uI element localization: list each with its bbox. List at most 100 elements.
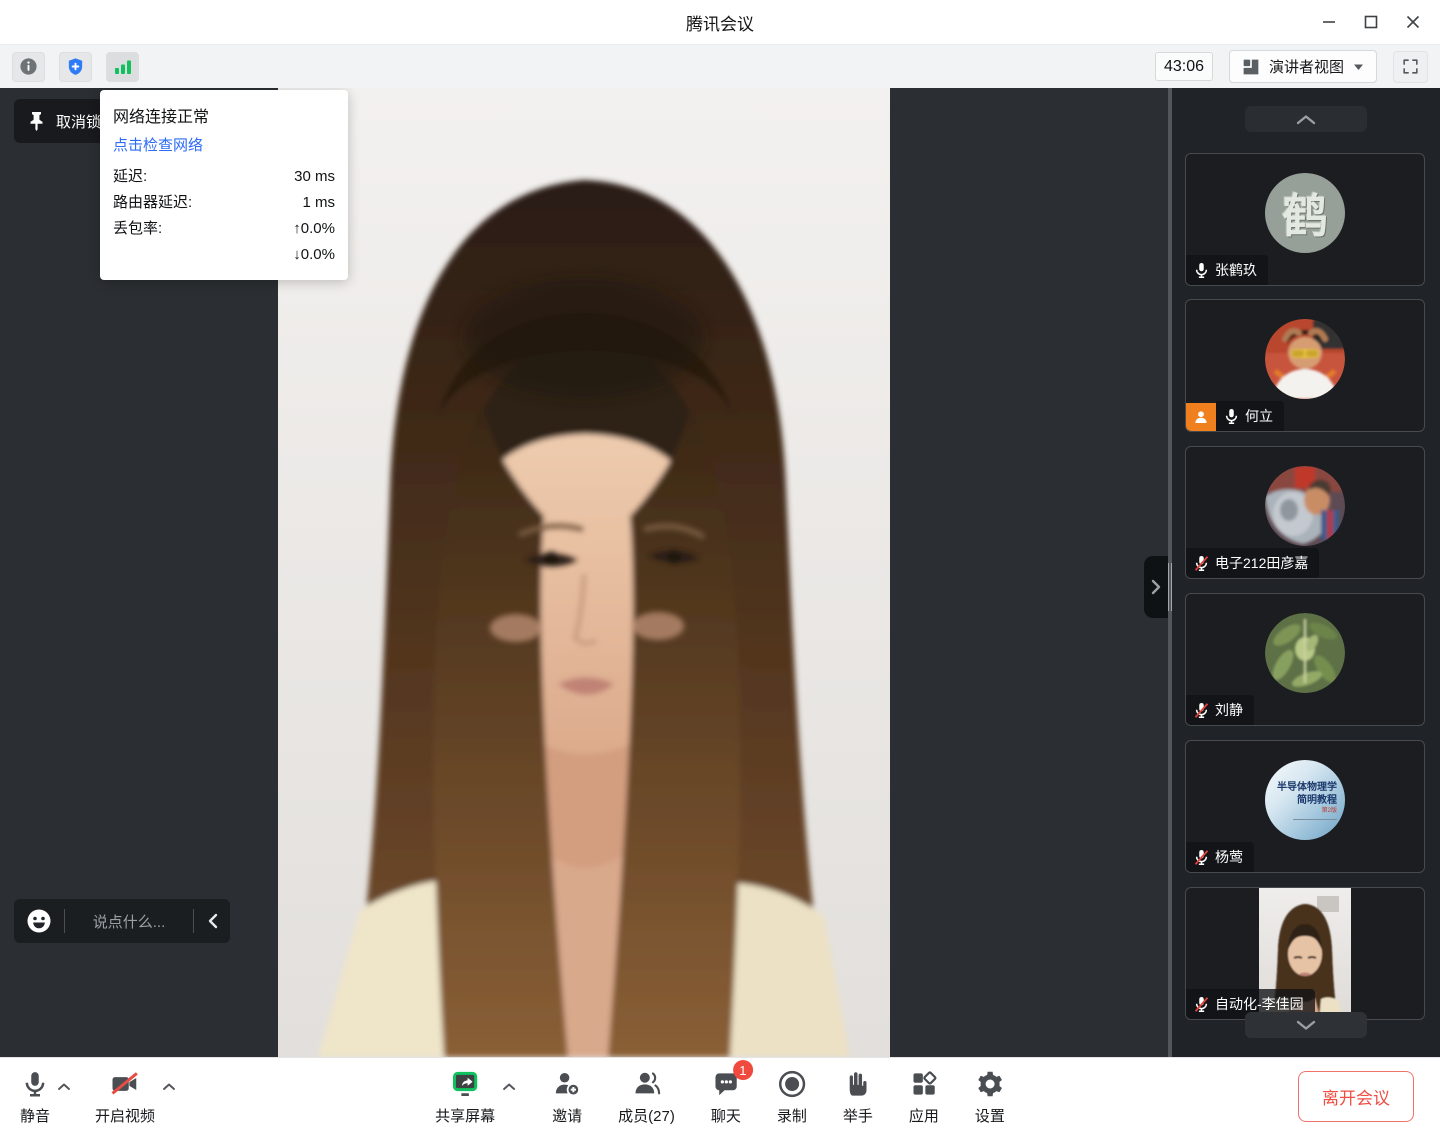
avatar: 鹤 [1265, 173, 1345, 253]
apps-grid-icon [909, 1069, 939, 1099]
start-video-button[interactable]: 开启视频 [95, 1068, 155, 1126]
speaker-video-frame [278, 88, 890, 1057]
collapse-left-icon[interactable] [206, 913, 220, 929]
invite-person-icon [552, 1069, 582, 1099]
divider [64, 909, 65, 933]
participant-tile[interactable]: 刘静 [1185, 593, 1425, 726]
fullscreen-icon [1401, 57, 1420, 76]
mic-muted-icon [1194, 702, 1209, 719]
packet-loss-row-2: ↓0.0% [113, 242, 335, 268]
share-screen-icon [449, 1069, 481, 1099]
meeting-info-button[interactable] [12, 52, 45, 82]
quick-chat-bar: 说点什么... [14, 899, 230, 943]
quick-chat-input[interactable]: 说点什么... [77, 911, 181, 932]
minimize-button[interactable] [1308, 5, 1350, 39]
participant-name-tag: 何立 [1216, 401, 1284, 431]
toolbar-center-group: 共享屏幕 邀请 [435, 1058, 1005, 1136]
scroll-down-button[interactable] [1245, 1012, 1367, 1038]
shield-plus-icon [66, 57, 85, 76]
maximize-button[interactable] [1350, 5, 1392, 39]
participant-tile[interactable]: 自动化-李佳园 [1185, 887, 1425, 1020]
record-icon [777, 1069, 807, 1099]
host-badge [1186, 403, 1216, 431]
view-mode-label: 演讲者视图 [1269, 56, 1344, 77]
person-icon [1193, 409, 1209, 425]
close-button[interactable] [1392, 5, 1434, 39]
mute-button[interactable]: 静音 [20, 1068, 50, 1126]
avatar-book-cover: 半导体物理学 简明教程 第2版 [1265, 760, 1345, 840]
network-status-title: 网络连接正常 [113, 103, 335, 127]
gear-icon [975, 1069, 1005, 1099]
avatar [1265, 613, 1345, 693]
avatar [1265, 319, 1345, 399]
participant-tile[interactable]: 何立 [1185, 299, 1425, 432]
network-status-button[interactable] [106, 52, 139, 82]
minimize-icon [1320, 13, 1338, 31]
chevron-down-icon [1296, 1020, 1316, 1031]
sidebar-resize-grip[interactable] [1168, 563, 1172, 611]
video-stage: 取消锁定 网络连接正常 点击检查网络 延迟: 30 ms 路由器延迟: 1 ms… [0, 88, 1168, 1057]
mic-muted-icon [1194, 555, 1209, 572]
top-toolbar: 43:06 演讲者视图 [0, 44, 1440, 88]
chevron-up-icon [1296, 114, 1316, 125]
mic-muted-icon [1194, 996, 1209, 1013]
close-icon [1404, 13, 1422, 31]
view-mode-button[interactable]: 演讲者视图 [1229, 50, 1377, 83]
dropdown-arrow-icon [1353, 63, 1364, 71]
participants-sidebar: 鹤 张鹤玖 [1168, 88, 1440, 1057]
divider [193, 909, 194, 933]
bottom-toolbar: 静音 开启视频 [0, 1057, 1440, 1136]
toolbar-left-group: 静音 开启视频 [20, 1058, 176, 1136]
invite-button[interactable]: 邀请 [552, 1068, 582, 1126]
topbar-right-group: 43:06 演讲者视图 [1155, 50, 1428, 83]
maximize-icon [1362, 13, 1380, 31]
participant-tile[interactable]: 电子212田彦嘉 [1185, 446, 1425, 579]
participant-name-tag: 杨莺 [1186, 842, 1254, 872]
mic-options-chevron[interactable] [57, 1082, 71, 1091]
apps-button[interactable]: 应用 [909, 1068, 939, 1126]
share-screen-button[interactable]: 共享屏幕 [435, 1068, 495, 1126]
participant-tile[interactable]: 半导体物理学 简明教程 第2版 杨莺 [1185, 740, 1425, 873]
camera-off-icon [109, 1069, 141, 1099]
raise-hand-button[interactable]: 举手 [843, 1068, 873, 1126]
settings-button[interactable]: 设置 [975, 1068, 1005, 1126]
window-controls [1308, 0, 1434, 44]
scroll-up-button[interactable] [1245, 106, 1367, 132]
avatar [1265, 466, 1345, 546]
participant-name-tag: 刘静 [1186, 695, 1254, 725]
participant-name-tag: 电子212田彦嘉 [1186, 548, 1319, 578]
speaker-video [278, 88, 890, 1057]
participant-tile[interactable]: 鹤 张鹤玖 [1185, 153, 1425, 286]
chat-unread-badge: 1 [733, 1060, 753, 1080]
record-button[interactable]: 录制 [777, 1068, 807, 1126]
network-tooltip: 网络连接正常 点击检查网络 延迟: 30 ms 路由器延迟: 1 ms 丢包率:… [100, 90, 348, 280]
title-bar: 腾讯会议 [0, 0, 1440, 44]
mic-muted-icon [1194, 849, 1209, 866]
chevron-right-icon [1150, 579, 1162, 595]
check-network-link[interactable]: 点击检查网络 [113, 134, 335, 155]
members-icon [630, 1069, 662, 1099]
chat-button[interactable]: 1 聊天 [711, 1068, 741, 1126]
leave-meeting-button[interactable]: 离开会议 [1298, 1071, 1414, 1122]
video-options-chevron[interactable] [162, 1082, 176, 1091]
members-button[interactable]: 成员(27) [618, 1068, 675, 1126]
sidebar-collapse-handle[interactable] [1144, 556, 1168, 618]
pin-icon [28, 111, 45, 131]
meeting-timer: 43:06 [1155, 52, 1213, 81]
raise-hand-icon [844, 1069, 872, 1099]
security-button[interactable] [59, 52, 92, 82]
participant-name-tag: 张鹤玖 [1186, 255, 1268, 285]
mic-on-icon [1224, 408, 1239, 425]
router-latency-row: 路由器延迟: 1 ms [113, 190, 335, 216]
info-icon [19, 57, 38, 76]
emoji-icon[interactable] [26, 908, 52, 934]
main-area: 取消锁定 网络连接正常 点击检查网络 延迟: 30 ms 路由器延迟: 1 ms… [0, 88, 1440, 1057]
fullscreen-button[interactable] [1393, 51, 1428, 83]
microphone-icon [20, 1069, 50, 1099]
layout-icon [1242, 58, 1260, 76]
app-title: 腾讯会议 [686, 10, 754, 35]
packet-loss-row: 丢包率: ↑0.0% [113, 216, 335, 242]
mic-on-icon [1194, 262, 1209, 279]
latency-row: 延迟: 30 ms [113, 164, 335, 190]
share-options-chevron[interactable] [502, 1082, 516, 1091]
